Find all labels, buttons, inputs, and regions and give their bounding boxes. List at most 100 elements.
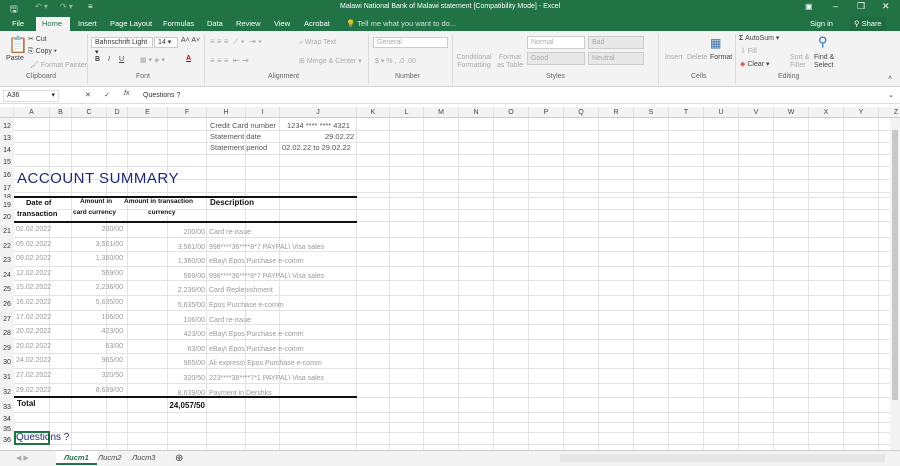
style-normal[interactable]: Normal [527, 36, 585, 49]
row-header[interactable]: 28 [0, 325, 14, 340]
conditional-formatting-button[interactable]: Conditional Formatting [455, 54, 493, 70]
column-header-E[interactable]: E [128, 107, 168, 118]
grow-font-icon[interactable]: A˄ A˅ [181, 37, 200, 44]
row-header[interactable]: 20 [0, 210, 14, 222]
column-header-I[interactable]: I [246, 107, 280, 118]
column-header-L[interactable]: L [390, 107, 424, 118]
font-name-select[interactable]: Bahnschrift Light ▾ [91, 37, 153, 56]
clear-button[interactable]: ◆ Clear ▾ [740, 60, 770, 68]
tab-formulas[interactable]: Formulas [157, 17, 200, 31]
row-header[interactable]: 16 [0, 167, 14, 180]
column-header-Q[interactable]: Q [564, 107, 599, 118]
column-header-K[interactable]: K [357, 107, 390, 118]
bold-button[interactable]: B [95, 56, 100, 63]
column-header-Y[interactable]: Y [844, 107, 879, 118]
row-header[interactable]: 12 [0, 118, 14, 131]
paste-button[interactable]: Paste [6, 55, 24, 62]
row-header[interactable]: 34 [0, 413, 14, 423]
tab-review[interactable]: Review [230, 17, 267, 31]
column-header-R[interactable]: R [599, 107, 634, 118]
row-header[interactable]: 23 [0, 252, 14, 267]
italic-button[interactable]: I [108, 56, 110, 63]
select-all-corner[interactable] [0, 107, 14, 118]
share-button[interactable]: ⚲ Share [850, 17, 886, 31]
redo-icon[interactable]: ↷ ▾ [60, 2, 73, 11]
tell-me-box[interactable]: 💡 Tell me what you want to do... [340, 17, 462, 31]
format-as-table-button[interactable]: Format as Table [495, 54, 525, 70]
column-header-S[interactable]: S [634, 107, 669, 118]
vertical-align-icons[interactable]: ≡ ≡ ≡ ⟋ ▾ ⇥ ▾ [210, 37, 262, 47]
row-header[interactable]: 30 [0, 354, 14, 369]
find-select-button[interactable]: Find & Select [814, 54, 838, 70]
ribbon-display-icon[interactable]: ▣ [805, 2, 813, 11]
row-header[interactable]: 25 [0, 281, 14, 296]
tab-insert[interactable]: Insert [72, 17, 103, 31]
format-cells-button[interactable]: Format [710, 54, 732, 61]
row-header[interactable]: 32 [0, 383, 14, 399]
style-bad[interactable]: Bad [588, 36, 644, 49]
formula-input[interactable]: Questions ? ⌄ [140, 89, 898, 103]
sign-in-link[interactable]: Sign in [808, 17, 835, 31]
borders-icon[interactable]: ▦ ▾ ◈ ▾ [140, 56, 165, 64]
wrap-text-button[interactable]: ⤶ Wrap Text [299, 39, 336, 47]
column-header-B[interactable]: B [50, 107, 72, 118]
horizontal-align-icons[interactable]: ≡ ≡ ≡ ⇤ ⇥ [210, 56, 249, 65]
paste-icon[interactable]: 📋 [8, 35, 28, 55]
undo-icon[interactable]: ↶ ▾ [35, 2, 48, 11]
column-header-N[interactable]: N [459, 107, 494, 118]
underline-button[interactable]: U [119, 56, 124, 63]
enter-icon[interactable]: ✓ [104, 91, 110, 99]
tab-home[interactable]: Home [36, 17, 70, 31]
fill-button[interactable]: ⇩ Fill [740, 47, 757, 55]
collapse-ribbon-icon[interactable]: ˄ [888, 75, 892, 82]
row-header[interactable]: 15 [0, 155, 14, 167]
column-header-V[interactable]: V [739, 107, 774, 118]
row-header[interactable]: 17 [0, 180, 14, 193]
customize-qat-icon[interactable]: ≡ [88, 2, 93, 11]
tab-view[interactable]: View [268, 17, 296, 31]
column-header-J[interactable]: J [280, 107, 357, 118]
style-neutral[interactable]: Neutral [588, 52, 644, 65]
name-box[interactable]: A36 ▾ [3, 90, 59, 102]
column-header-H[interactable]: H [207, 107, 246, 118]
add-sheet-icon[interactable]: ⊕ [175, 453, 183, 464]
row-header[interactable]: 21 [0, 223, 14, 238]
row-header[interactable]: 36 [0, 433, 14, 445]
row-header[interactable]: 26 [0, 296, 14, 311]
tab-acrobat[interactable]: Acrobat [298, 17, 336, 31]
number-format-icons[interactable]: $ ▾ % , .0 .00 [375, 57, 416, 65]
column-header-T[interactable]: T [669, 107, 704, 118]
copy-button[interactable]: ⎘ Copy ▾ [28, 48, 57, 56]
row-header[interactable]: 14 [0, 143, 14, 155]
column-header-F[interactable]: F [168, 107, 207, 118]
column-header-U[interactable]: U [704, 107, 739, 118]
horizontal-scrollbar[interactable] [560, 454, 885, 462]
row-header[interactable]: 19 [0, 198, 14, 210]
tab-data[interactable]: Data [201, 17, 229, 31]
row-header[interactable]: 31 [0, 369, 14, 384]
sort-filter-button[interactable]: Sort & Filter [790, 54, 812, 70]
row-header[interactable]: 22 [0, 237, 14, 253]
column-header-M[interactable]: M [424, 107, 459, 118]
vertical-scrollbar[interactable] [890, 118, 900, 450]
row-header[interactable]: 29 [0, 339, 14, 355]
column-header-A[interactable]: A [14, 107, 50, 118]
row-header[interactable]: 35 [0, 423, 14, 433]
column-header-D[interactable]: D [107, 107, 128, 118]
font-size-select[interactable]: 14 ▾ [154, 37, 178, 48]
column-header-W[interactable]: W [774, 107, 809, 118]
minimize-icon[interactable]: – [833, 1, 838, 11]
number-format-select[interactable]: General [373, 37, 448, 48]
sheet-nav-arrows[interactable]: ◀ ▶ [16, 454, 29, 462]
column-header-X[interactable]: X [809, 107, 844, 118]
row-header[interactable]: 13 [0, 131, 14, 143]
row-header[interactable]: 27 [0, 310, 14, 326]
column-header-Z[interactable]: Z [879, 107, 900, 118]
merge-center-button[interactable]: ⊞ Merge & Center ▾ [299, 57, 362, 65]
sheet-tab-3[interactable]: Лист3 [124, 451, 163, 465]
tab-page-layout[interactable]: Page Layout [104, 17, 158, 31]
font-color-icon[interactable]: A [186, 55, 191, 62]
scrollbar-thumb[interactable] [892, 130, 898, 400]
cut-button[interactable]: ✂ Cut [28, 35, 47, 43]
row-header[interactable]: 33 [0, 398, 14, 413]
